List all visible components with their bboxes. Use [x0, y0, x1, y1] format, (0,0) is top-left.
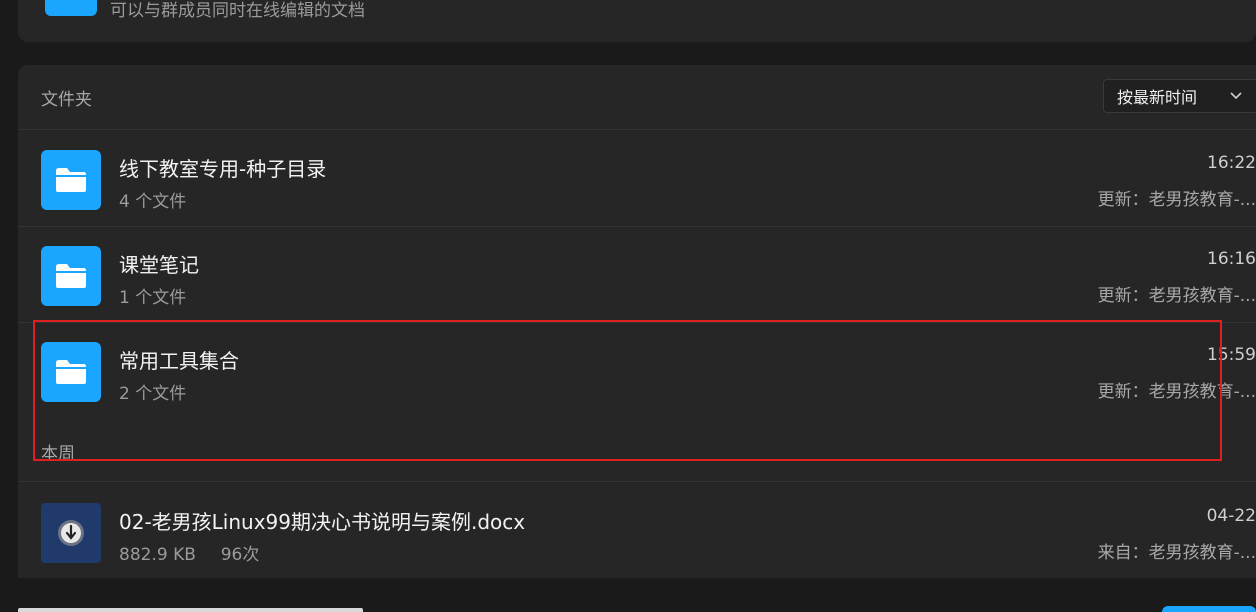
- folder-file-count: 1 个文件: [119, 288, 187, 308]
- file-manager-page: 可以与群成员同时在线编辑的文档 › 文件夹 按最新时间 线下教室专用-种子目录 …: [0, 0, 1256, 612]
- folder-updater: 更新：老男孩教育-...: [1097, 382, 1256, 402]
- folder-row[interactable]: 课堂笔记 1 个文件 16:16 更新：老男孩教育-...: [18, 226, 1256, 323]
- folder-updater: 更新：老男孩教育-...: [1097, 190, 1256, 210]
- sort-dropdown[interactable]: 按最新时间: [1103, 79, 1256, 113]
- file-size: 882.9 KB: [119, 545, 196, 565]
- folder-time: 16:22: [1207, 153, 1256, 173]
- word-doc-icon: [41, 503, 101, 563]
- file-download-count: 96次: [220, 545, 260, 565]
- bottom-input-edge: [18, 608, 363, 612]
- folder-time: 15:59: [1207, 345, 1256, 365]
- sort-dropdown-value: 按最新时间: [1117, 88, 1198, 107]
- section-label-this-week: 本周: [41, 444, 75, 464]
- chevron-down-icon: [1229, 86, 1243, 110]
- folder-icon: [41, 246, 101, 306]
- section-divider: [18, 481, 1256, 482]
- file-time: 04-22: [1206, 506, 1256, 526]
- folder-file-count: 4 个文件: [119, 192, 187, 212]
- folders-header: 文件夹 按最新时间: [18, 65, 1256, 130]
- folder-row[interactable]: 线下教室专用-种子目录 4 个文件 16:22 更新：老男孩教育-...: [18, 130, 1256, 227]
- folder-icon: [41, 342, 101, 402]
- folder-name: 课堂笔记: [119, 253, 199, 277]
- file-source: 来自：老男孩教育-...: [1097, 543, 1256, 563]
- group-doc-subtitle: 可以与群成员同时在线编辑的文档: [110, 1, 365, 21]
- folder-icon: [41, 150, 101, 210]
- chevron-right-icon: ›: [1232, 0, 1238, 4]
- folder-updater: 更新：老男孩教育-...: [1097, 286, 1256, 306]
- folder-name: 常用工具集合: [119, 349, 239, 373]
- bottom-action-button-edge[interactable]: [1162, 606, 1256, 612]
- folder-row[interactable]: 常用工具集合 2 个文件 15:59 更新：老男孩教育-...: [18, 322, 1256, 418]
- folders-panel: 文件夹 按最新时间 线下教室专用-种子目录 4 个文件 16:22 更新：老男孩…: [18, 65, 1256, 612]
- folder-name: 线下教室专用-种子目录: [119, 157, 327, 181]
- file-meta: 882.9 KB 96次: [119, 540, 259, 565]
- file-name: 02-老男孩Linux99期决心书说明与案例.docx: [119, 510, 526, 534]
- folders-title: 文件夹: [41, 90, 92, 110]
- bottom-bar: [0, 578, 1256, 612]
- folder-file-count: 2 个文件: [119, 384, 187, 404]
- folder-time: 16:16: [1207, 249, 1256, 269]
- file-row[interactable]: 02-老男孩Linux99期决心书说明与案例.docx 882.9 KB 96次…: [18, 483, 1256, 579]
- group-doc-card[interactable]: 可以与群成员同时在线编辑的文档 ›: [18, 0, 1256, 42]
- group-doc-icon: [45, 0, 97, 16]
